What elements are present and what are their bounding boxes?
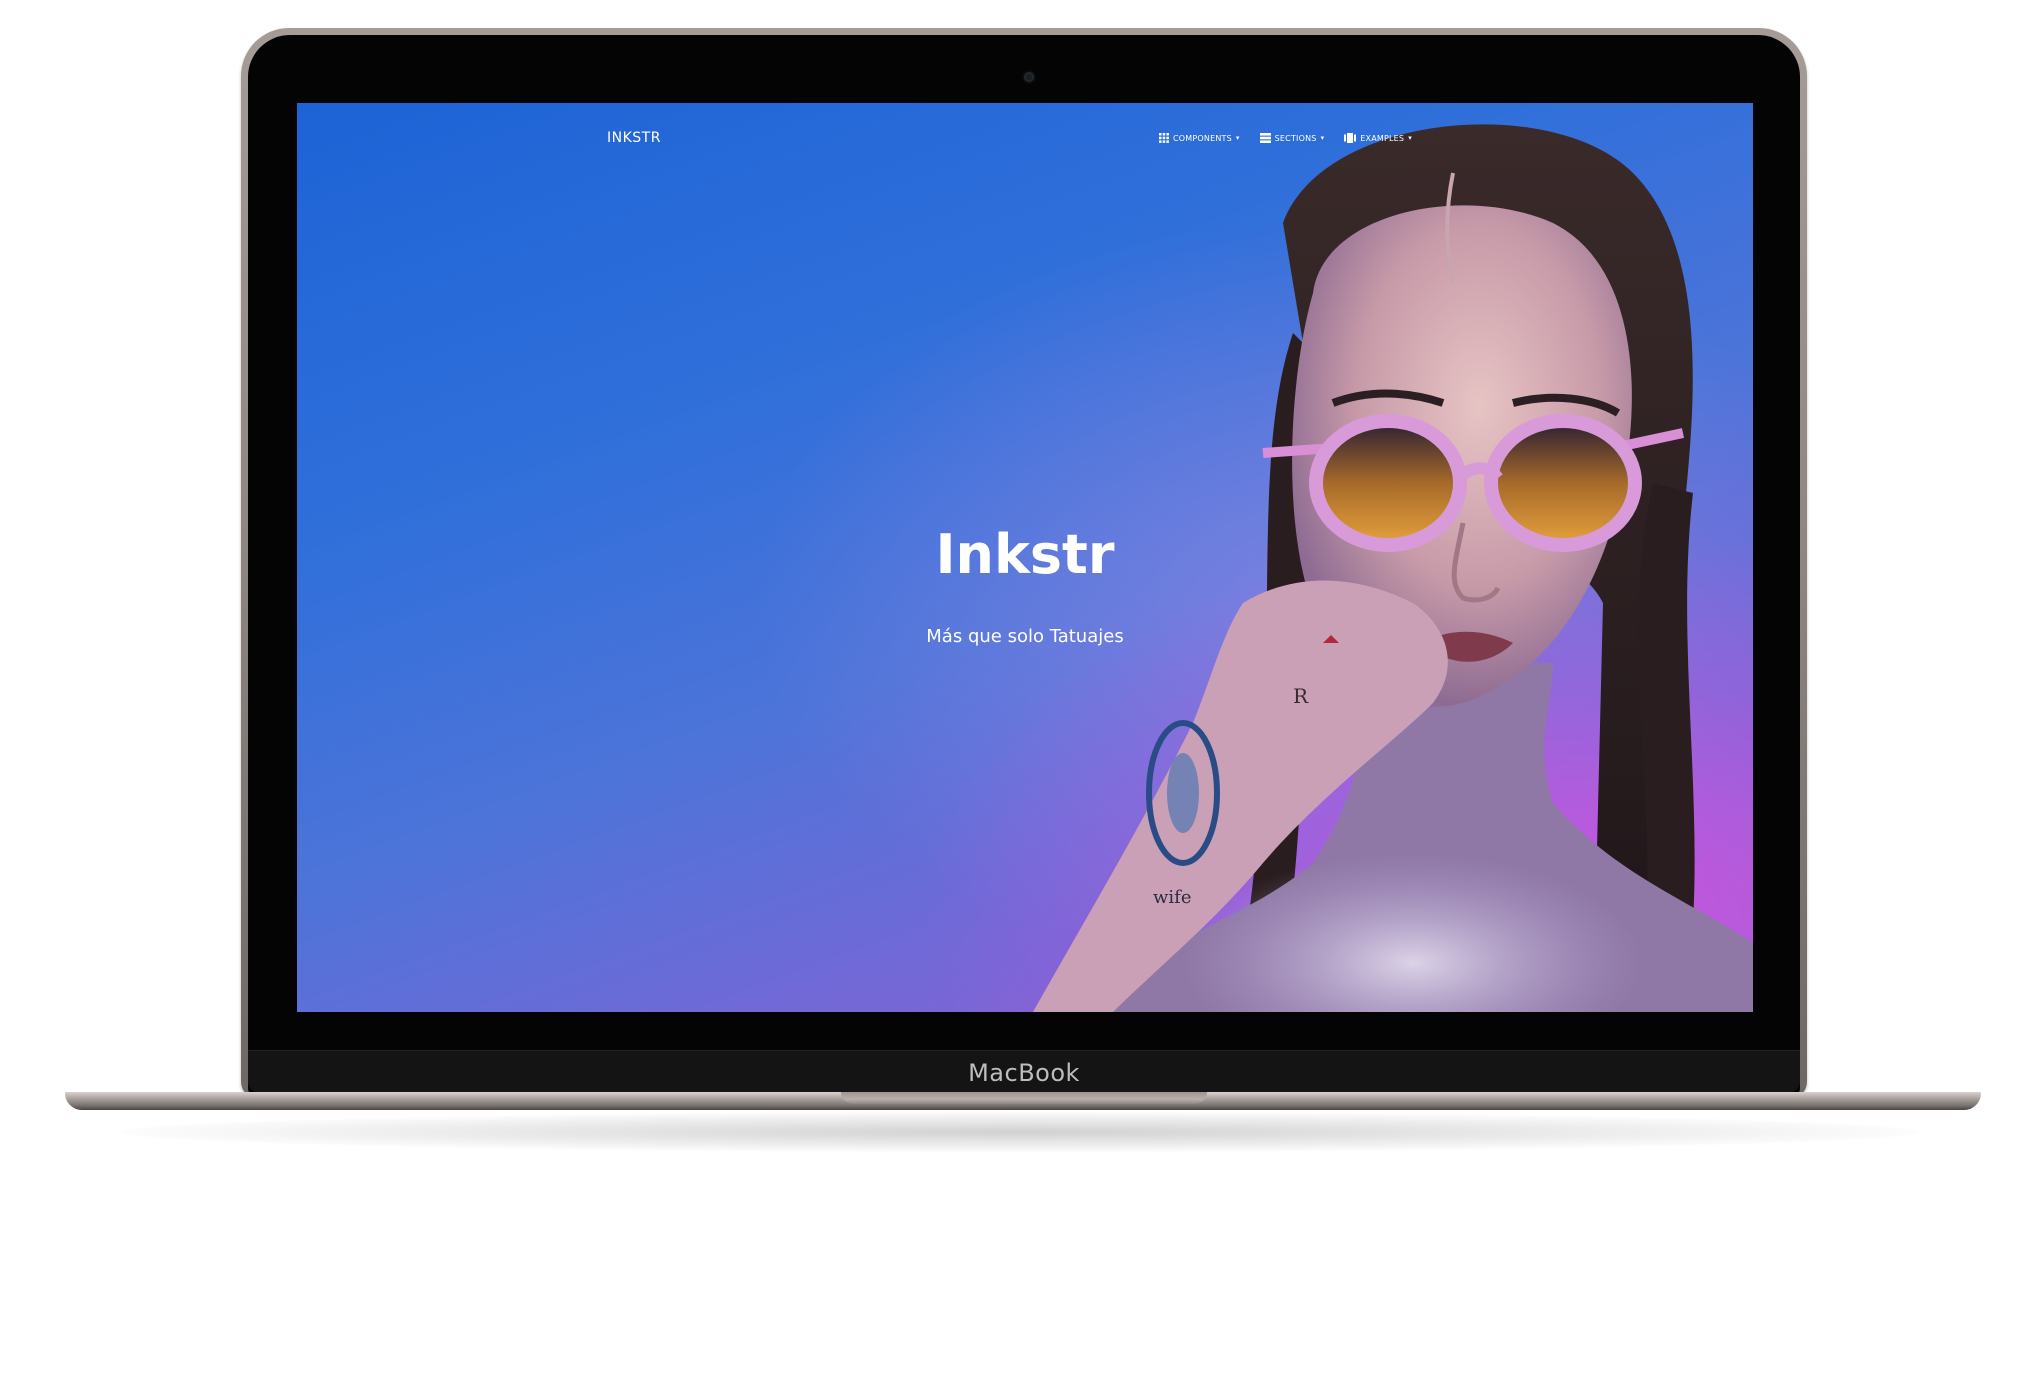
device-brand-label: MacBook — [968, 1059, 1080, 1087]
caret-down-icon: ▾ — [1408, 134, 1412, 142]
website-screen: R wife INKSTR COMPONENTS ▾ SECTIONS ▾ EX… — [297, 103, 1753, 1012]
top-navbar: INKSTR COMPONENTS ▾ SECTIONS ▾ EXAMPLES … — [297, 103, 1753, 167]
examples-icon — [1344, 133, 1357, 143]
caret-down-icon: ▾ — [1320, 134, 1325, 142]
laptop-base — [65, 1092, 1981, 1110]
laptop-chin: MacBook — [248, 1050, 1800, 1093]
laptop-shadow — [120, 1112, 1920, 1152]
nav-item-sections-label: SECTIONS — [1274, 133, 1317, 143]
lid-opening-notch — [841, 1092, 1207, 1104]
hero-title: Inkstr — [935, 523, 1115, 586]
svg-text:wife: wife — [1153, 887, 1191, 908]
hero-subtitle: Más que solo Tatuajes — [926, 626, 1124, 647]
nav-menu: COMPONENTS ▾ SECTIONS ▾ EXAMPLES ▾ — [1159, 133, 1412, 143]
nav-item-examples[interactable]: EXAMPLES ▾ — [1344, 133, 1412, 143]
grid-icon — [1159, 133, 1169, 143]
nav-item-sections[interactable]: SECTIONS ▾ — [1259, 133, 1325, 143]
nav-item-components-label: COMPONENTS — [1173, 133, 1232, 143]
svg-text:R: R — [1293, 684, 1309, 708]
nav-item-examples-label: EXAMPLES — [1360, 133, 1405, 143]
sections-icon — [1259, 133, 1271, 143]
laptop-mockup: MacBook R wife INKSTR COMPONENTS ▾ SECTI… — [0, 0, 2024, 1377]
nav-item-components[interactable]: COMPONENTS ▾ — [1159, 133, 1240, 143]
nav-brand-logo[interactable]: INKSTR — [607, 130, 661, 146]
webcam-icon — [1024, 72, 1034, 82]
caret-down-icon: ▾ — [1235, 134, 1240, 142]
